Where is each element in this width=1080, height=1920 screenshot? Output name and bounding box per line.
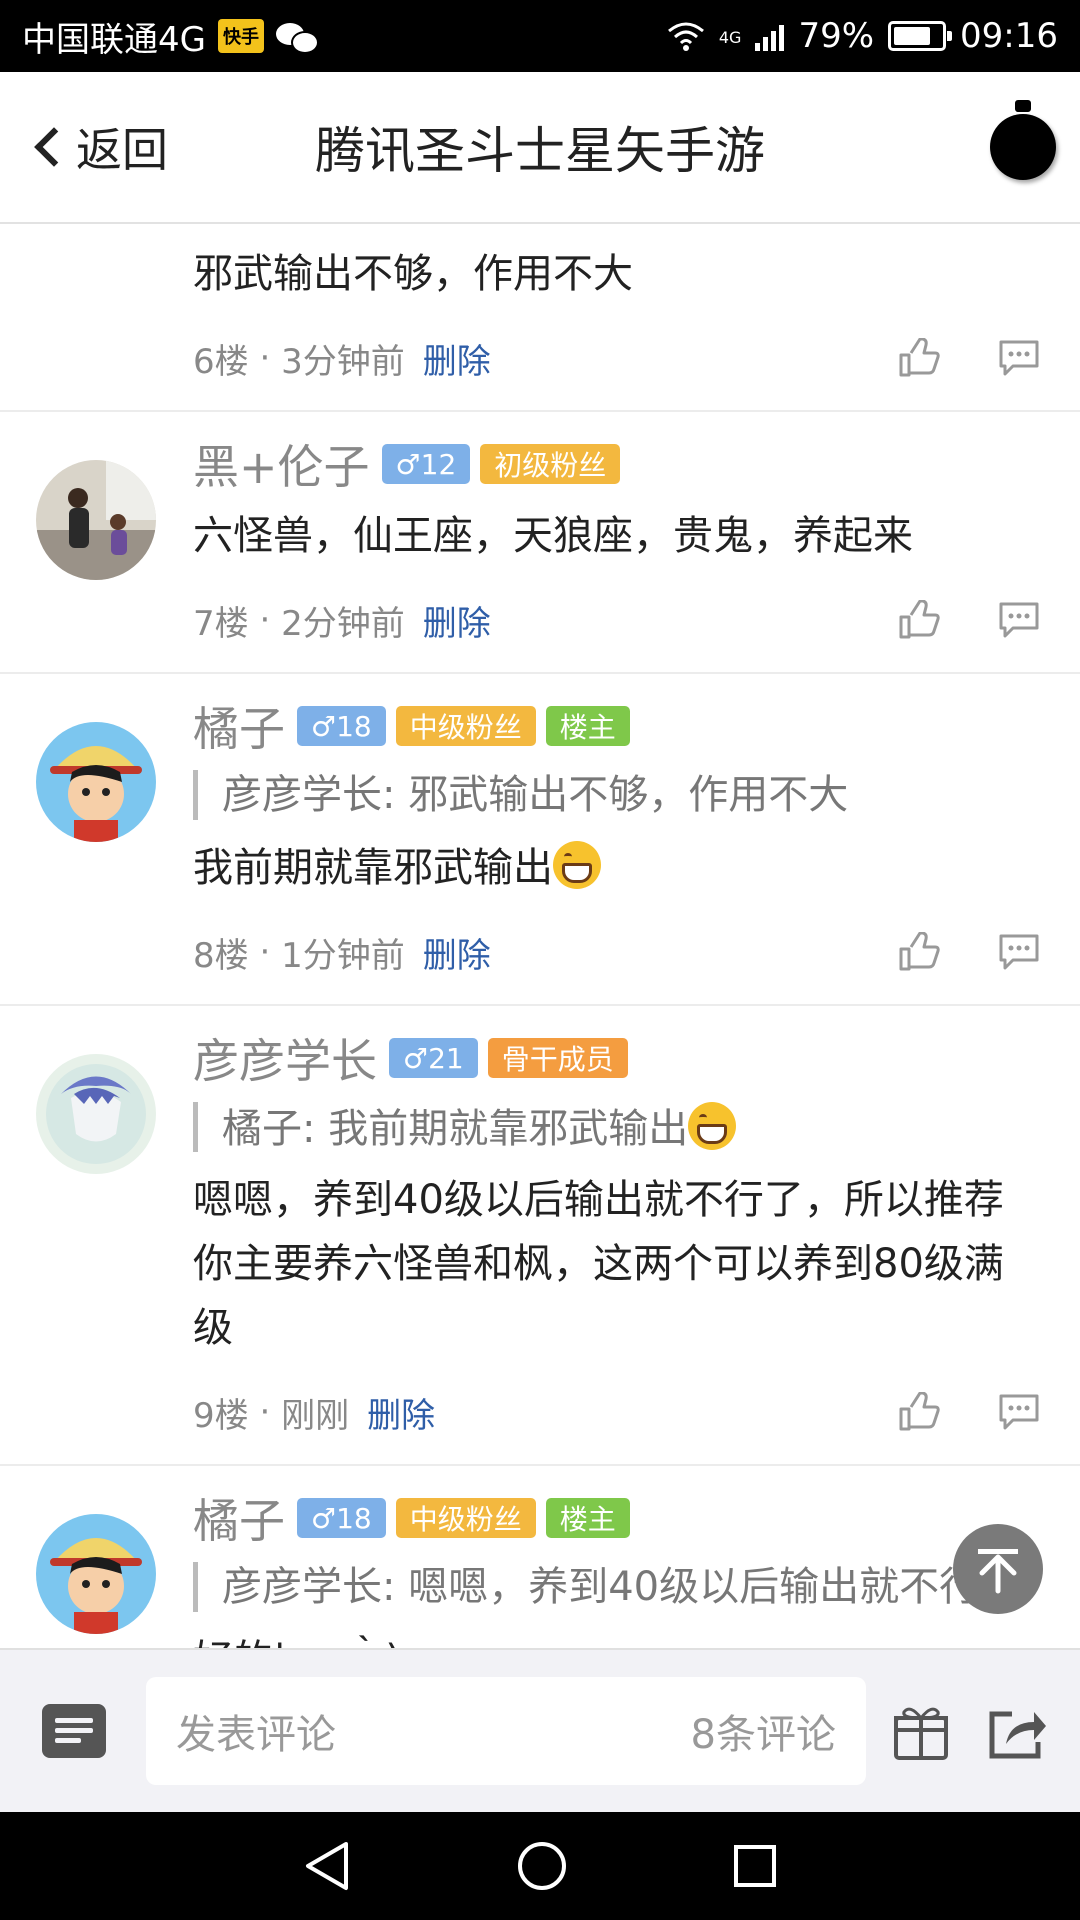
level-badge: ♂12 <box>381 444 471 484</box>
gift-icon[interactable] <box>890 1700 952 1762</box>
delete-button[interactable]: 删除 <box>367 1388 435 1437</box>
floor-number: 8楼 <box>193 935 249 976</box>
avatar[interactable] <box>36 722 156 842</box>
quote-text: 橘子: 我前期就靠邪武输出 <box>222 1106 689 1152</box>
core-member-badge: 骨干成员 <box>487 1038 628 1078</box>
delete-button[interactable]: 删除 <box>423 596 491 645</box>
separator-dot: · <box>248 600 282 640</box>
username[interactable]: 彦彦学长 <box>193 1025 377 1091</box>
comment-item: 橘子 ♂18 中级粉丝 楼主 彦彦学长: 邪武输出不够，作用不大 我前期就靠邪武… <box>0 696 1080 1006</box>
chevron-left-icon <box>34 127 74 167</box>
comment-content: 嗯嗯，养到40级以后输出就不行了，所以推荐你主要养六怪兽和枫，这两个可以养到80… <box>193 1177 1004 1351</box>
comment-item: 橘子 ♂18 中级粉丝 楼主 彦彦学长: 嗯嗯，养到40级以后输出就不行... … <box>0 1488 1080 1648</box>
comment-header: 橘子 ♂18 中级粉丝 楼主 <box>193 696 1040 756</box>
reply-icon[interactable] <box>998 338 1040 378</box>
level-badge: ♂18 <box>297 706 386 746</box>
separator-dot: · <box>248 932 282 972</box>
floor-number: 6楼 <box>193 341 249 382</box>
arrow-up-icon <box>978 1549 1018 1594</box>
delete-button[interactable]: 删除 <box>423 928 491 977</box>
floor-number: 9楼 <box>193 1395 249 1436</box>
battery-icon <box>888 21 953 51</box>
username[interactable]: 橘子 <box>193 1485 285 1551</box>
grin-emoji-icon <box>688 1102 737 1150</box>
comment-item: 彦彦学长 ♂21 骨干成员 橘子: 我前期就靠邪武输出 嗯嗯，养到40级以后输出… <box>0 1028 1080 1466</box>
kuaishou-app-icon: 快手 <box>217 19 264 53</box>
separator-dot: · <box>248 1392 282 1432</box>
nav-home-icon[interactable] <box>516 1840 568 1892</box>
nav-back-icon[interactable] <box>302 1840 352 1892</box>
comment-content: 好的|·ω·｀) <box>193 1628 1040 1648</box>
battery-percent: 79% <box>798 16 875 56</box>
menu-icon[interactable] <box>42 1704 106 1758</box>
username[interactable]: 黑+伦子 <box>193 431 370 497</box>
comment-list[interactable]: 邪武输出不够，作用不大 6楼 · 3分钟前 删除 黑+伦子 ♂12 初级粉丝 六… <box>0 224 1080 1648</box>
back-button[interactable]: 返回 <box>28 114 168 180</box>
delete-button[interactable]: 删除 <box>423 334 491 383</box>
avatar[interactable] <box>36 1514 156 1634</box>
avatar[interactable] <box>36 460 156 580</box>
comment-header: 彦彦学长 ♂21 骨干成员 <box>193 1028 1040 1088</box>
fan-badge: 中级粉丝 <box>395 706 536 746</box>
nav-recents-icon[interactable] <box>732 1843 778 1889</box>
comment-item: 邪武输出不够，作用不大 6楼 · 3分钟前 删除 <box>0 224 1080 412</box>
level-badge: ♂18 <box>297 1498 386 1538</box>
back-label: 返回 <box>76 123 168 177</box>
comment-item: 黑+伦子 ♂12 初级粉丝 六怪兽，仙王座，天狼座，贵鬼，养起来 7楼 · 2分… <box>0 434 1080 674</box>
like-icon[interactable] <box>898 932 940 972</box>
reply-icon[interactable] <box>998 932 1040 972</box>
comment-content: 邪武输出不够，作用不大 <box>193 251 633 297</box>
like-icon[interactable] <box>898 1392 940 1432</box>
comment-input[interactable]: 发表评论 8条评论 <box>146 1677 866 1785</box>
comment-time: 2分钟前 <box>281 603 405 644</box>
clock: 09:16 <box>960 16 1058 56</box>
quoted-reply: 橘子: 我前期就靠邪武输出 <box>193 1102 1040 1152</box>
avatar[interactable] <box>36 1054 156 1174</box>
grin-emoji-icon <box>553 841 601 889</box>
owner-badge: 楼主 <box>545 706 630 746</box>
comment-header: 橘子 ♂18 中级粉丝 楼主 <box>193 1488 1040 1548</box>
comment-meta: 6楼 · 3分钟前 删除 <box>193 306 1040 410</box>
stopwatch-icon[interactable] <box>990 100 1056 182</box>
separator-dot: · <box>248 338 282 378</box>
comment-meta: 9楼 · 刚刚 删除 <box>193 1360 1040 1464</box>
comment-time: 1分钟前 <box>281 935 405 976</box>
battery-fill <box>894 27 931 45</box>
comment-content: 六怪兽，仙王座，天狼座，贵鬼，养起来 <box>193 513 913 559</box>
quoted-reply: 彦彦学长: 邪武输出不够，作用不大 <box>193 770 1040 820</box>
like-icon[interactable] <box>898 338 940 378</box>
comment-time: 刚刚 <box>281 1395 350 1436</box>
wechat-icon <box>275 21 319 54</box>
owner-badge: 楼主 <box>545 1498 630 1538</box>
comment-count[interactable]: 8条评论 <box>691 1702 836 1760</box>
app-header: 返回 腾讯圣斗士星矢手游 <box>0 72 1080 224</box>
level-badge: ♂21 <box>389 1038 478 1078</box>
reply-icon[interactable] <box>998 600 1040 640</box>
comment-content: 我前期就靠邪武输出 <box>193 836 1040 900</box>
wifi-icon <box>667 22 704 51</box>
carrier-label: 中国联通4G <box>22 19 206 60</box>
reply-icon[interactable] <box>998 1392 1040 1432</box>
network-type: 4G <box>718 28 742 47</box>
comment-meta: 7楼 · 2分钟前 删除 <box>193 568 1040 672</box>
share-icon[interactable] <box>986 1700 1048 1762</box>
system-nav-bar <box>0 1812 1080 1920</box>
comment-text: 我前期就靠邪武输出 <box>193 845 553 891</box>
floor-number: 7楼 <box>193 603 249 644</box>
username[interactable]: 橘子 <box>193 693 285 759</box>
signal-icon <box>755 21 785 51</box>
scroll-to-top-button[interactable] <box>953 1524 1043 1614</box>
comment-meta: 8楼 · 1分钟前 删除 <box>193 900 1040 1004</box>
comment-input-placeholder: 发表评论 <box>176 1712 336 1758</box>
quoted-reply: 彦彦学长: 嗯嗯，养到40级以后输出就不行... <box>193 1562 1040 1612</box>
comment-time: 3分钟前 <box>281 341 405 382</box>
comment-header: 黑+伦子 ♂12 初级粉丝 <box>193 434 1040 494</box>
like-icon[interactable] <box>898 600 940 640</box>
comment-bar: 发表评论 8条评论 <box>0 1648 1080 1812</box>
fan-badge: 中级粉丝 <box>395 1498 536 1538</box>
status-bar: 中国联通4G 快手 4G 79% 09:16 <box>0 0 1080 72</box>
fan-badge: 初级粉丝 <box>480 444 621 484</box>
